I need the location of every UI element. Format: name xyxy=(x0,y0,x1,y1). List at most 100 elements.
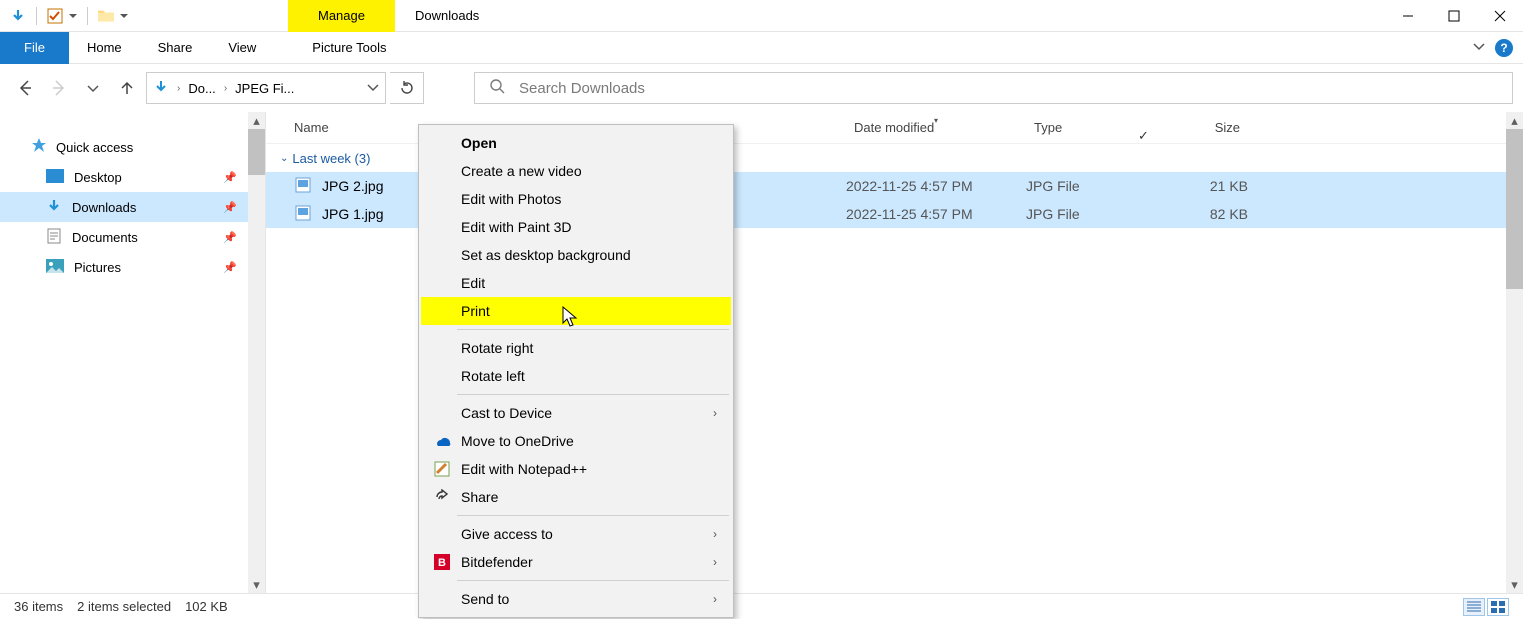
menu-item-label: Give access to xyxy=(461,526,553,542)
nav-quick-access[interactable]: Quick access xyxy=(0,132,265,162)
breadcrumb-segment[interactable]: JPEG Fi... xyxy=(235,81,294,96)
maximize-button[interactable] xyxy=(1431,0,1477,32)
menu-separator xyxy=(457,329,729,330)
nav-item-label: Pictures xyxy=(74,260,121,275)
tab-view-label: View xyxy=(228,40,256,55)
tab-view[interactable]: View xyxy=(210,32,274,64)
chevron-right-icon[interactable]: › xyxy=(173,83,184,94)
menu-item-edit-photos[interactable]: Edit with Photos xyxy=(421,185,731,213)
address-dropdown-icon[interactable] xyxy=(367,81,379,96)
pin-icon: 📌 xyxy=(223,261,237,274)
menu-item-rotate-right[interactable]: Rotate right xyxy=(421,334,731,362)
menu-item-send-to[interactable]: Send to› xyxy=(421,585,731,613)
file-size: 21 KB xyxy=(1152,178,1248,194)
nav-item-pictures[interactable]: Pictures 📌 xyxy=(0,252,265,282)
menu-item-open[interactable]: Open xyxy=(421,129,731,157)
search-input[interactable] xyxy=(519,80,1498,97)
nav-quick-access-label: Quick access xyxy=(56,140,133,155)
ribbon-tabs: File Home Share View Picture Tools ? xyxy=(0,32,1523,64)
tab-file[interactable]: File xyxy=(0,32,69,64)
menu-item-edit-paint3d[interactable]: Edit with Paint 3D xyxy=(421,213,731,241)
image-file-icon xyxy=(294,176,312,197)
menu-item-cast[interactable]: Cast to Device› xyxy=(421,399,731,427)
search-icon xyxy=(489,78,505,98)
desktop-icon xyxy=(46,169,64,186)
separator xyxy=(36,7,37,25)
address-bar[interactable]: › Do... › JPEG Fi... xyxy=(146,72,386,104)
down-arrow-icon xyxy=(153,79,169,98)
scroll-up-button[interactable]: ▴ xyxy=(1506,112,1523,129)
submenu-arrow-icon: › xyxy=(713,555,717,569)
nav-item-label: Documents xyxy=(72,230,138,245)
scroll-thumb[interactable] xyxy=(248,129,265,175)
down-arrow-icon xyxy=(46,198,62,217)
menu-item-give-access[interactable]: Give access to› xyxy=(421,520,731,548)
title-bar: Manage Downloads xyxy=(0,0,1523,32)
close-button[interactable] xyxy=(1477,0,1523,32)
menu-item-label: Cast to Device xyxy=(461,405,552,421)
menu-item-onedrive[interactable]: Move to OneDrive xyxy=(421,427,731,455)
menu-item-label: Edit xyxy=(461,275,485,291)
menu-item-label: Rotate left xyxy=(461,368,525,384)
nav-item-desktop[interactable]: Desktop 📌 xyxy=(0,162,265,192)
tab-file-label: File xyxy=(24,40,45,55)
menu-separator xyxy=(457,515,729,516)
minimize-button[interactable] xyxy=(1385,0,1431,32)
menu-item-label: Bitdefender xyxy=(461,554,533,570)
menu-item-notepadpp[interactable]: Edit with Notepad++ xyxy=(421,455,731,483)
checkbox-icon[interactable] xyxy=(47,8,63,24)
scroll-down-button[interactable]: ▾ xyxy=(1506,576,1523,593)
navigation-bar: › Do... › JPEG Fi... xyxy=(0,64,1523,112)
contextual-tab-manage[interactable]: Manage xyxy=(288,0,395,32)
down-arrow-icon[interactable] xyxy=(10,8,26,24)
chevron-down-icon: ⌄ xyxy=(280,153,288,164)
column-header-type[interactable]: Type xyxy=(1026,120,1152,135)
tab-home[interactable]: Home xyxy=(69,32,140,64)
ribbon-collapse-icon[interactable] xyxy=(1473,40,1485,55)
nav-scrollbar[interactable] xyxy=(248,112,265,593)
column-header-size[interactable]: ✓ Size xyxy=(1152,120,1248,135)
window-controls xyxy=(1385,0,1523,32)
menu-item-new-video[interactable]: Create a new video xyxy=(421,157,731,185)
menu-item-rotate-left[interactable]: Rotate left xyxy=(421,362,731,390)
chevron-right-icon[interactable]: › xyxy=(220,83,231,94)
back-button[interactable] xyxy=(10,73,40,103)
star-icon xyxy=(30,137,48,158)
scroll-down-button[interactable]: ▾ xyxy=(248,576,265,593)
menu-item-set-background[interactable]: Set as desktop background xyxy=(421,241,731,269)
column-header-date[interactable]: ▾ Date modified xyxy=(846,120,1026,135)
pictures-icon xyxy=(46,259,64,276)
qa-dropdown-icon[interactable] xyxy=(69,8,77,24)
file-type: JPG File xyxy=(1026,178,1152,194)
onedrive-icon xyxy=(433,432,451,450)
scroll-up-button[interactable]: ▴ xyxy=(248,112,265,129)
folder-dropdown-icon[interactable] xyxy=(120,8,128,24)
nav-item-documents[interactable]: Documents 📌 xyxy=(0,222,265,252)
pin-icon: 📌 xyxy=(223,201,237,214)
menu-item-bitdefender[interactable]: B Bitdefender› xyxy=(421,548,731,576)
tab-share[interactable]: Share xyxy=(140,32,211,64)
menu-item-share[interactable]: Share xyxy=(421,483,731,511)
refresh-button[interactable] xyxy=(390,72,424,104)
recent-locations-button[interactable] xyxy=(78,73,108,103)
menu-item-print[interactable]: Print xyxy=(421,297,731,325)
scroll-thumb[interactable] xyxy=(1506,129,1523,289)
pin-icon: 📌 xyxy=(223,231,237,244)
file-name: JPG 2.jpg xyxy=(322,178,383,194)
help-icon[interactable]: ? xyxy=(1495,39,1513,57)
tab-picture-tools[interactable]: Picture Tools xyxy=(294,32,404,64)
menu-item-label: Open xyxy=(461,135,497,151)
nav-item-label: Desktop xyxy=(74,170,122,185)
thumbnails-view-button[interactable] xyxy=(1487,598,1509,616)
nav-item-downloads[interactable]: Downloads 📌 xyxy=(0,192,265,222)
folder-icon[interactable] xyxy=(98,8,114,24)
details-view-button[interactable] xyxy=(1463,598,1485,616)
document-icon xyxy=(46,228,62,247)
column-label: Date modified xyxy=(854,120,934,135)
up-button[interactable] xyxy=(112,73,142,103)
search-box[interactable] xyxy=(474,72,1513,104)
breadcrumb-segment[interactable]: Do... xyxy=(188,81,215,96)
forward-button[interactable] xyxy=(44,73,74,103)
menu-item-edit[interactable]: Edit xyxy=(421,269,731,297)
file-size: 82 KB xyxy=(1152,206,1248,222)
